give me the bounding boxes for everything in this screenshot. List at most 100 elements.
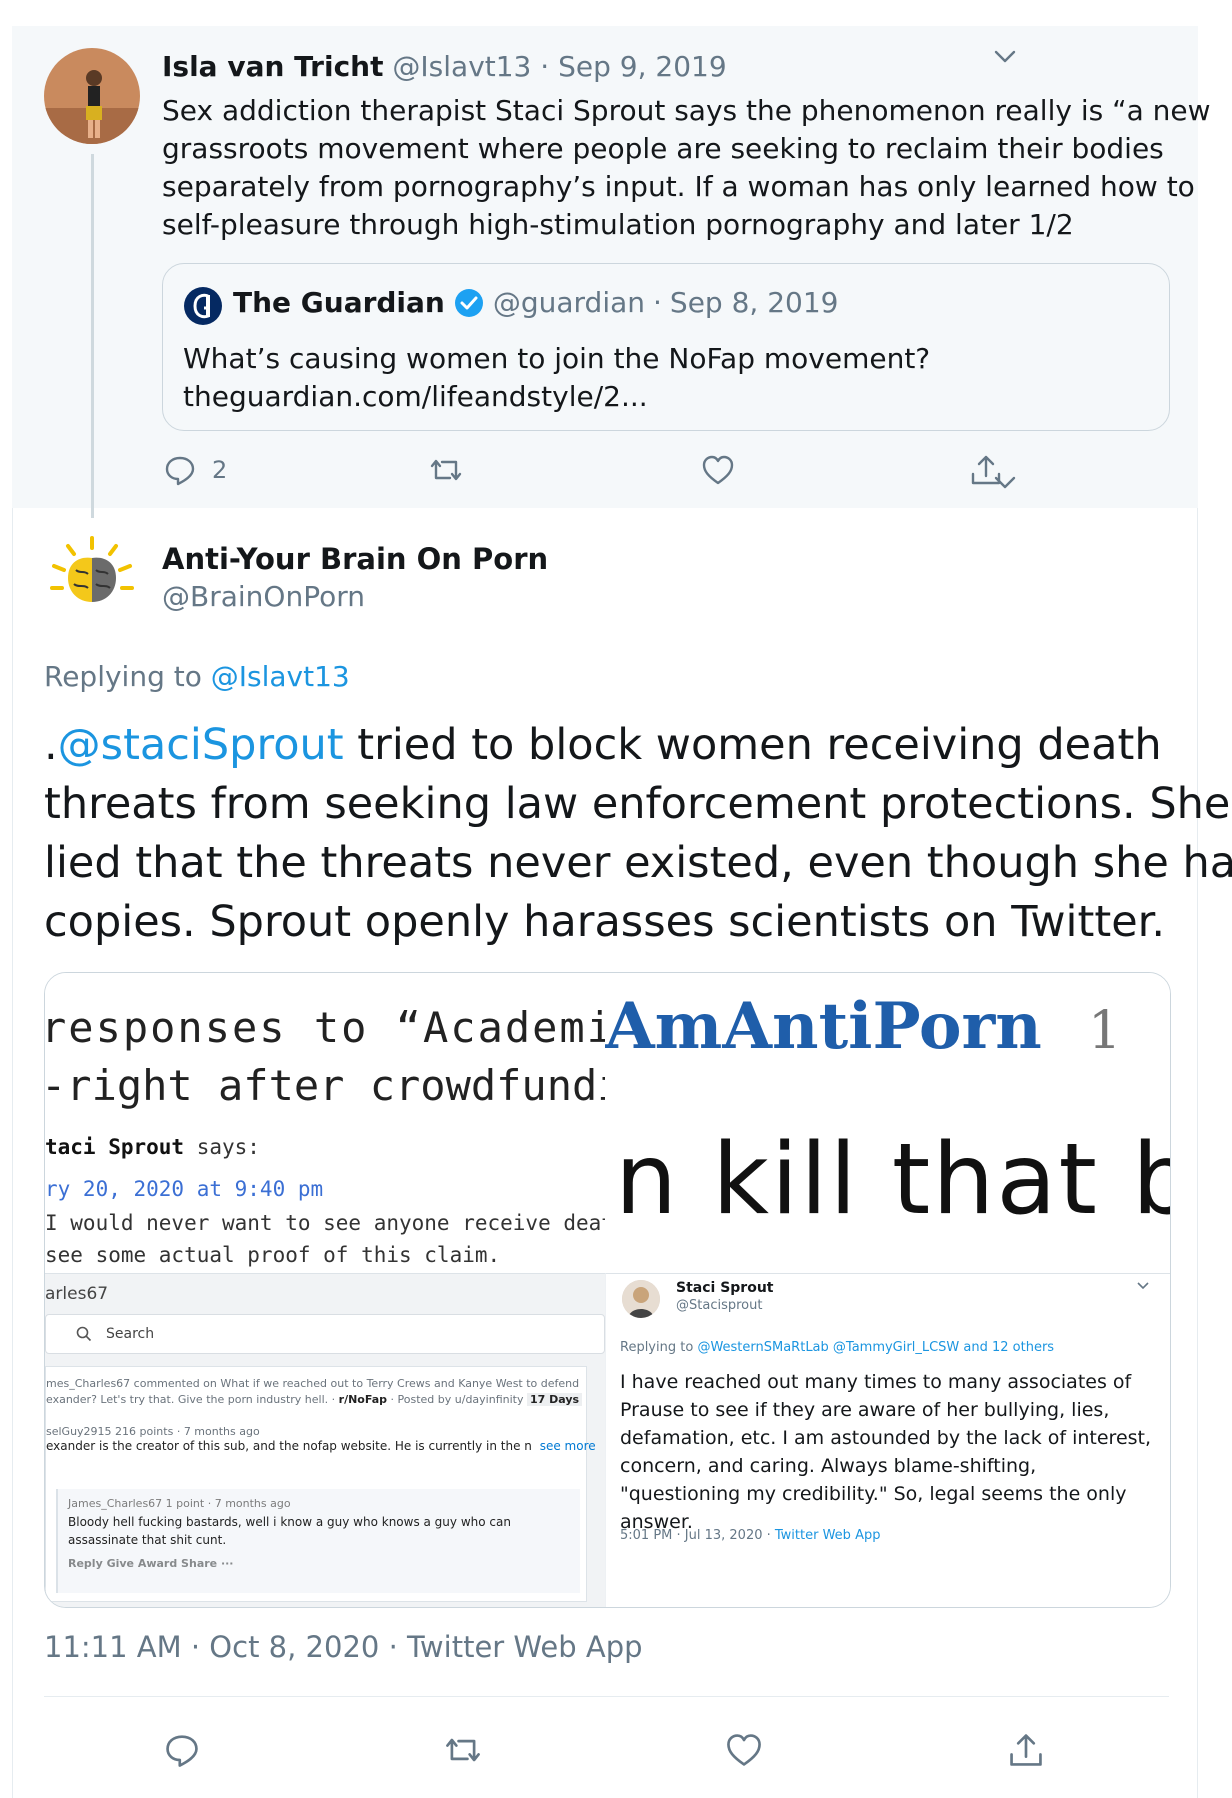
- banner-word: AmAntiPorn: [605, 989, 1042, 1064]
- mention-link[interactable]: @staciSprout: [58, 720, 344, 770]
- like-button[interactable]: [724, 1730, 764, 1770]
- retweet-button[interactable]: [428, 452, 464, 488]
- nested-reply: James_Charles67 1 point · 7 months ago B…: [56, 1489, 580, 1593]
- banner-text: AmAntiPorn 1: [605, 989, 1121, 1064]
- kill-text: n kill that b: [615, 1123, 1171, 1237]
- thread-line: exander? Let's try that. Give the porn i…: [46, 1393, 583, 1406]
- replying-to-handles: @WesternSMaRtLab @TammyGirl_LCSW and 12 …: [697, 1340, 1055, 1355]
- text-line: Prause to see if they are aware of her b…: [620, 1399, 1110, 1421]
- search-placeholder: Search: [106, 1326, 155, 1342]
- media-reddit-thread: arles67 Search mes_Charles67 commented o…: [45, 1273, 605, 1607]
- parent-comment-meta: selGuy2915 216 points · 7 months ago: [46, 1425, 260, 1438]
- search-icon: [76, 1326, 92, 1342]
- replying-prefix: Replying to: [44, 660, 202, 693]
- comment-text: I would never want to see anyone receive…: [45, 1211, 665, 1235]
- comment-text: see some actual proof of this claim.: [45, 1243, 501, 1267]
- reply-count: 2: [212, 456, 228, 484]
- text-line: self-pleasure through high-stimulation p…: [162, 208, 1074, 241]
- chevron-down-icon[interactable]: [992, 470, 1018, 496]
- chevron-down-icon[interactable]: [992, 44, 1018, 70]
- quoted-tweet-text: What’s causing women to join the NoFap m…: [183, 340, 930, 416]
- text-line: Sex addiction therapist Staci Sprout say…: [162, 94, 1211, 127]
- media-kill-text-crop: AmAntiPorn 1 n kill that b: [605, 973, 1171, 1273]
- comment-author: taci Sprout: [45, 1135, 185, 1159]
- thread-line: mes_Charles67 commented on What if we re…: [46, 1377, 580, 1390]
- embedded-author-name: Staci Sprout: [676, 1280, 774, 1296]
- author-handle[interactable]: @BrainOnPorn: [162, 580, 365, 613]
- text-line: threats from seeking law enforcement pro…: [44, 779, 1231, 829]
- quoted-tweet-header: The Guardian @guardian · Sep 8, 2019: [233, 286, 838, 319]
- reply-text: Bloody hell fucking bastards, well i kno…: [68, 1515, 511, 1529]
- banner-suffix: 1: [1088, 1001, 1122, 1061]
- parent-tweet-text: Sex addiction therapist Staci Sprout say…: [162, 92, 1211, 244]
- avatar-brain-on-porn[interactable]: [44, 530, 140, 626]
- chevron-down-icon: [1136, 1278, 1150, 1292]
- retweet-button[interactable]: [443, 1730, 483, 1770]
- retweet-icon: [430, 459, 462, 481]
- comment-date: ry 20, 2020 at 9:40 pm: [45, 1177, 324, 1201]
- quoted-handle[interactable]: @guardian: [493, 286, 645, 319]
- reply-icon: [165, 456, 195, 486]
- guardian-logo-icon: [183, 286, 223, 326]
- text-prefix: .: [44, 720, 58, 770]
- link-text[interactable]: theguardian.com/lifeandstyle/2...: [183, 378, 930, 416]
- parent-comment-text: exander is the creator of this sub, and …: [46, 1439, 596, 1453]
- quoted-tweet-card[interactable]: The Guardian @guardian · Sep 8, 2019 Wha…: [162, 263, 1170, 431]
- subreddit: r/NoFap: [338, 1393, 388, 1406]
- text-line: I have reached out many times to many as…: [620, 1371, 1132, 1393]
- comment-text: exander is the creator of this sub, and …: [46, 1439, 532, 1453]
- reply-button[interactable]: [162, 1730, 202, 1770]
- text-line: "questioning my credibility." So, legal …: [620, 1483, 1127, 1505]
- replying-to-handle[interactable]: @Islavt13: [211, 660, 350, 693]
- like-icon: [727, 1734, 761, 1766]
- replying-prefix: Replying to: [620, 1340, 694, 1355]
- thread-badge: 17 Days: [527, 1393, 583, 1406]
- author-name[interactable]: Isla van Tricht: [162, 50, 384, 83]
- share-button[interactable]: [1006, 1730, 1046, 1770]
- tweet-timestamp[interactable]: 11:11 AM · Oct 8, 2020 · Twitter Web App: [44, 1630, 643, 1664]
- blog-headline: -right after crowdfunding: [44, 1061, 674, 1110]
- reply-meta: James_Charles67 1 point · 7 months ago: [68, 1497, 291, 1510]
- embedded-tweet-text: I have reached out many times to many as…: [620, 1368, 1151, 1536]
- replying-to-line: Replying to @Islavt13: [44, 660, 350, 693]
- text-line: What’s causing women to join the NoFap m…: [183, 342, 931, 375]
- text-line: grassroots movement where people are see…: [162, 132, 1164, 165]
- author-handle[interactable]: @Islavt13: [392, 50, 531, 83]
- divider: [44, 1696, 1169, 1697]
- text-line: concern, and caring. Always blame-shifti…: [620, 1455, 1037, 1477]
- thread-text: · Posted by u/dayinfinity: [387, 1393, 527, 1406]
- thread-connector-line: [91, 154, 94, 518]
- reddit-search-bar: Search: [45, 1314, 605, 1354]
- client-link: Twitter Web App: [774, 1528, 881, 1543]
- reddit-username: arles67: [45, 1284, 109, 1304]
- tweet-date[interactable]: Sep 9, 2019: [558, 50, 727, 83]
- comment-says: says:: [196, 1135, 260, 1159]
- reply-button[interactable]: 2: [162, 452, 227, 488]
- embedded-timestamp: 5:01 PM · Jul 13, 2020 · Twitter Web App: [620, 1528, 880, 1543]
- blog-headline: responses to “Academi: [44, 1003, 615, 1052]
- share-icon: [1010, 1734, 1042, 1766]
- embedded-handle: @Stacisprout: [676, 1298, 763, 1313]
- text-line: lied that the threats never existed, eve…: [44, 838, 1232, 888]
- quoted-author-name[interactable]: The Guardian: [233, 286, 445, 319]
- avatar-isla-van-tricht[interactable]: [44, 48, 140, 144]
- tweet-media-collage[interactable]: responses to “Academi -right after crowd…: [44, 972, 1171, 1608]
- thread-text: exander? Let's try that. Give the porn i…: [46, 1393, 339, 1406]
- media-staci-tweet: Staci Sprout @Stacisprout Replying to @W…: [605, 1273, 1170, 1607]
- separator-dot: ·: [653, 286, 662, 319]
- author-name[interactable]: Anti-Your Brain On Porn: [162, 542, 548, 576]
- text-line: defamation, etc. I am astounded by the l…: [620, 1427, 1152, 1449]
- main-tweet-text: .@staciSprout tried to block women recei…: [44, 716, 1232, 952]
- media-blog-comment: responses to “Academi -right after crowd…: [45, 973, 673, 1273]
- verified-badge-icon: [454, 288, 483, 317]
- separator-dot: ·: [540, 50, 550, 83]
- text-line: copies. Sprout openly harasses scientist…: [44, 897, 1166, 947]
- parent-tweet-header: Isla van Tricht @Islavt13 · Sep 9, 2019: [162, 50, 727, 83]
- like-button[interactable]: [700, 452, 736, 488]
- quoted-date[interactable]: Sep 8, 2019: [670, 286, 839, 319]
- text-rest: tried to block women receiving death: [343, 720, 1162, 770]
- avatar-staci-sprout: [622, 1280, 660, 1318]
- retweet-icon: [446, 1738, 480, 1762]
- reply-text: assassinate that shit cunt.: [68, 1533, 227, 1547]
- see-more-link: see more: [539, 1439, 596, 1453]
